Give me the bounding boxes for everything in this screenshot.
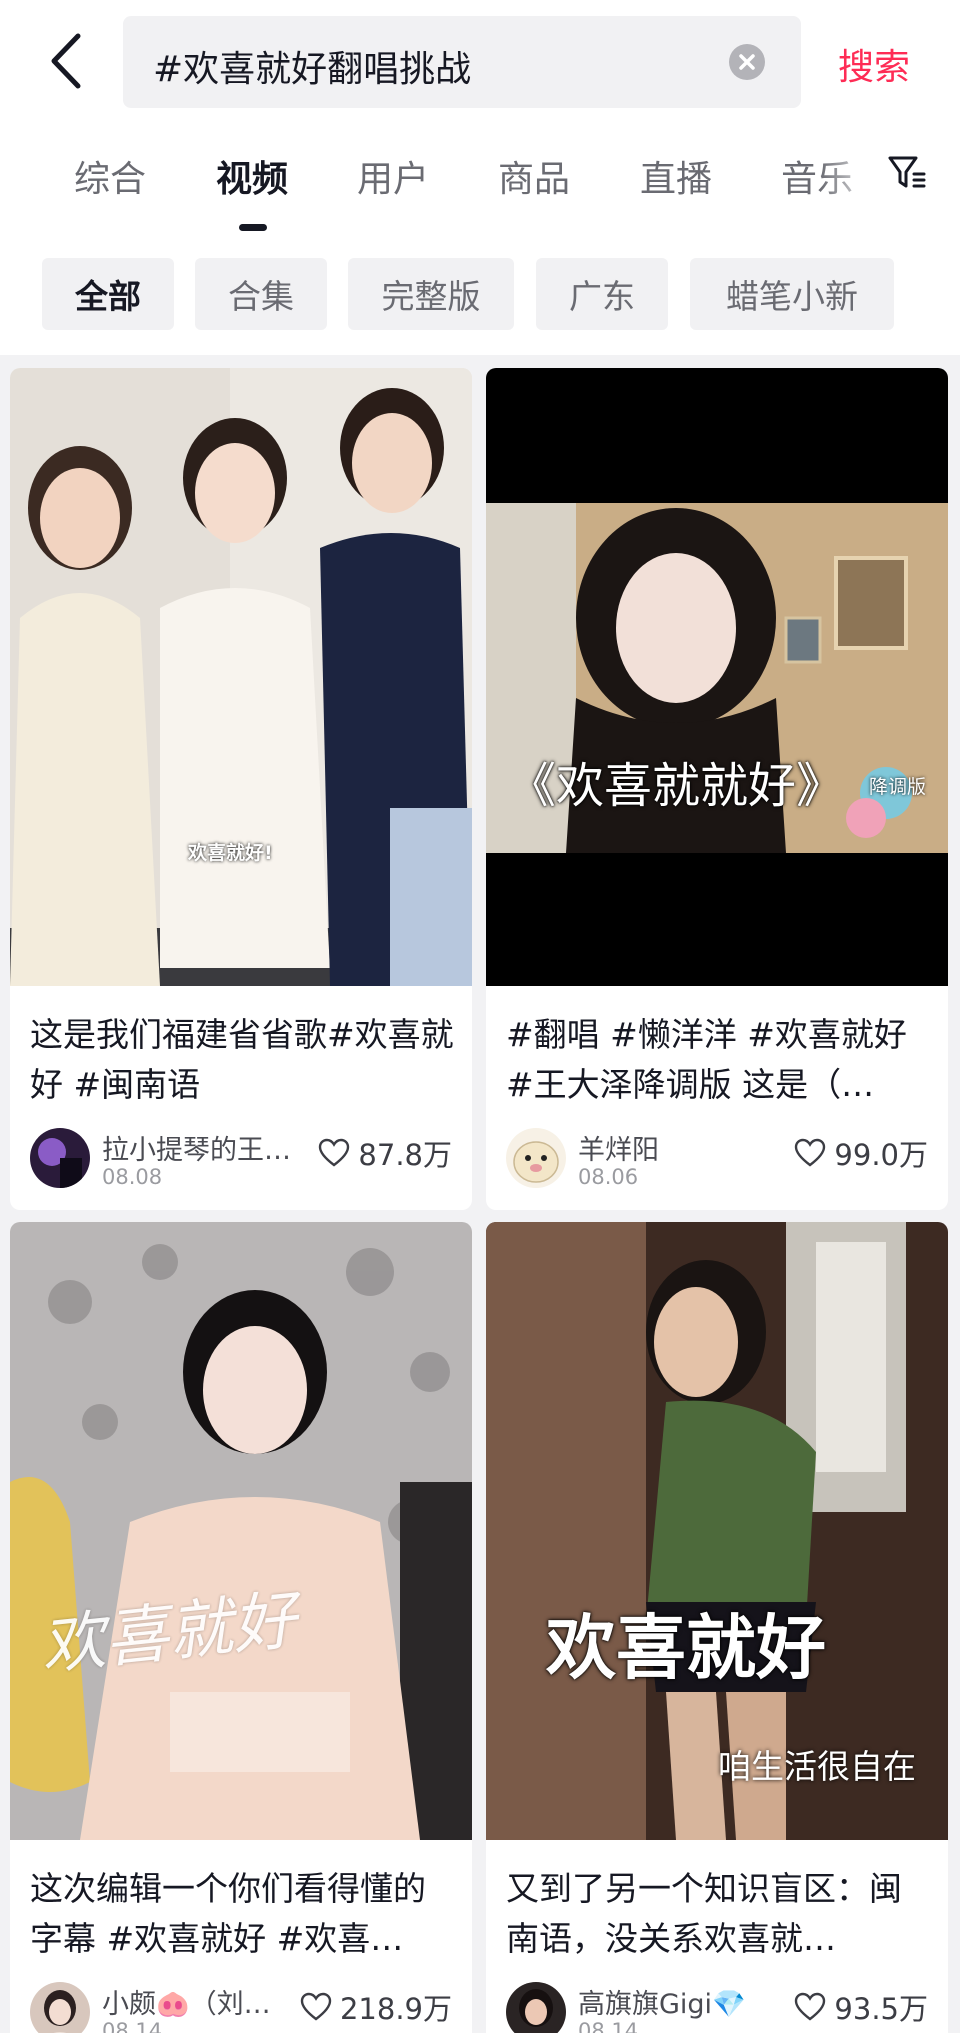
video-thumbnail[interactable]: 欢喜就好 咱生活很自在 — [486, 1222, 948, 1840]
heart-outline-icon — [795, 1138, 826, 1167]
like-count: 99.0万 — [834, 1138, 928, 1172]
heart-outline-icon — [300, 1992, 332, 2021]
avatar[interactable] — [30, 1982, 90, 2033]
search-button[interactable]: 搜索 — [838, 38, 910, 90]
heart-outline-icon — [319, 1138, 350, 1167]
video-title: 这是我们福建省省歌#欢喜就好 #闽南语 — [30, 1015, 454, 1104]
like-count: 93.5万 — [834, 1992, 928, 2026]
video-card[interactable]: 《欢喜就就好》 降调版 #翻唱 #懒洋洋 #欢喜就好 #王大泽降调版 这是（… … — [486, 368, 948, 1210]
chip-all[interactable]: 全部 — [42, 258, 174, 330]
like-button[interactable]: 87.8万 — [318, 1132, 452, 1174]
avatar[interactable] — [30, 1128, 90, 1188]
chip-guangdong[interactable]: 广东 — [536, 258, 668, 330]
back-icon[interactable] — [44, 28, 94, 94]
tab-fade — [820, 140, 880, 200]
avatar[interactable] — [506, 1128, 566, 1188]
clear-icon[interactable] — [729, 44, 765, 80]
video-card[interactable]: 欢喜就好 这次编辑一个你们看得懂的字幕 #欢喜就好 #欢喜… 小颇🐽（刘… 08… — [10, 1222, 472, 2033]
post-date: 08.14 — [102, 2019, 163, 2033]
chip-full-version[interactable]: 完整版 — [348, 258, 514, 330]
heart-outline-icon — [795, 1992, 826, 2021]
like-button[interactable]: 99.0万 — [794, 1132, 928, 1174]
video-overlay-caption: 欢喜就好 — [546, 1607, 826, 1689]
active-tab-indicator — [239, 224, 267, 231]
like-count: 218.9万 — [339, 1992, 452, 2026]
tab-general[interactable]: 综合 — [74, 150, 146, 202]
post-date: 08.08 — [102, 1165, 163, 1189]
chip-crayon-shinchan[interactable]: 蜡笔小新 — [690, 258, 894, 330]
video-title: 这次编辑一个你们看得懂的字幕 #欢喜就好 #欢喜… — [30, 1869, 426, 1958]
tab-users[interactable]: 用户 — [357, 150, 429, 202]
search-input[interactable]: #欢喜就好翻唱挑战 — [153, 40, 471, 92]
like-count: 87.8万 — [358, 1138, 452, 1172]
video-overlay-subcaption: 咱生活很自在 — [718, 1747, 916, 1786]
like-button[interactable]: 218.9万 — [300, 1986, 452, 2028]
chip-collection[interactable]: 合集 — [195, 258, 327, 330]
tab-products[interactable]: 商品 — [498, 150, 570, 202]
author-name[interactable]: 高旗旗Gigi💎 — [578, 1982, 788, 2021]
search-box[interactable]: #欢喜就好翻唱挑战 — [123, 16, 801, 108]
video-title: #翻唱 #懒洋洋 #欢喜就好 #王大泽降调版 这是（… — [506, 1015, 907, 1104]
author-name[interactable]: 拉小提琴的王… — [102, 1128, 312, 1167]
like-button[interactable]: 93.5万 — [794, 1986, 928, 2028]
filter-icon[interactable] — [886, 152, 926, 192]
tab-video[interactable]: 视频 — [216, 150, 288, 202]
avatar[interactable] — [506, 1982, 566, 2033]
author-name[interactable]: 小颇🐽（刘… — [102, 1982, 312, 2021]
post-date: 08.06 — [578, 1165, 639, 1189]
post-date: 08.14 — [578, 2019, 639, 2033]
video-thumbnail[interactable]: 欢喜就好 — [10, 1222, 472, 1840]
tab-live[interactable]: 直播 — [640, 150, 712, 202]
video-card[interactable]: 欢喜就好 咱生活很自在 又到了另一个知识盲区：闽南语，没关系欢喜就… 高旗旗Gi… — [486, 1222, 948, 2033]
video-thumbnail[interactable]: 欢喜就好! — [10, 368, 472, 986]
video-title: 又到了另一个知识盲区：闽南语，没关系欢喜就… — [506, 1869, 902, 1958]
video-overlay-caption: 《欢喜就就好》 — [508, 758, 845, 814]
video-card[interactable]: 欢喜就好! 这是我们福建省省歌#欢喜就好 #闽南语 拉小提琴的王… 08.08 … — [10, 368, 472, 1210]
video-overlay-tag: 降调版 — [869, 776, 927, 798]
video-thumbnail[interactable]: 《欢喜就就好》 降调版 — [486, 368, 948, 986]
top-bar: #欢喜就好翻唱挑战 搜索 综合 视频 用户 商品 直播 音乐 全部 合集 完整版… — [0, 0, 960, 355]
author-name[interactable]: 羊烊阳 — [578, 1128, 788, 1167]
video-overlay-caption: 欢喜就好! — [188, 842, 273, 864]
